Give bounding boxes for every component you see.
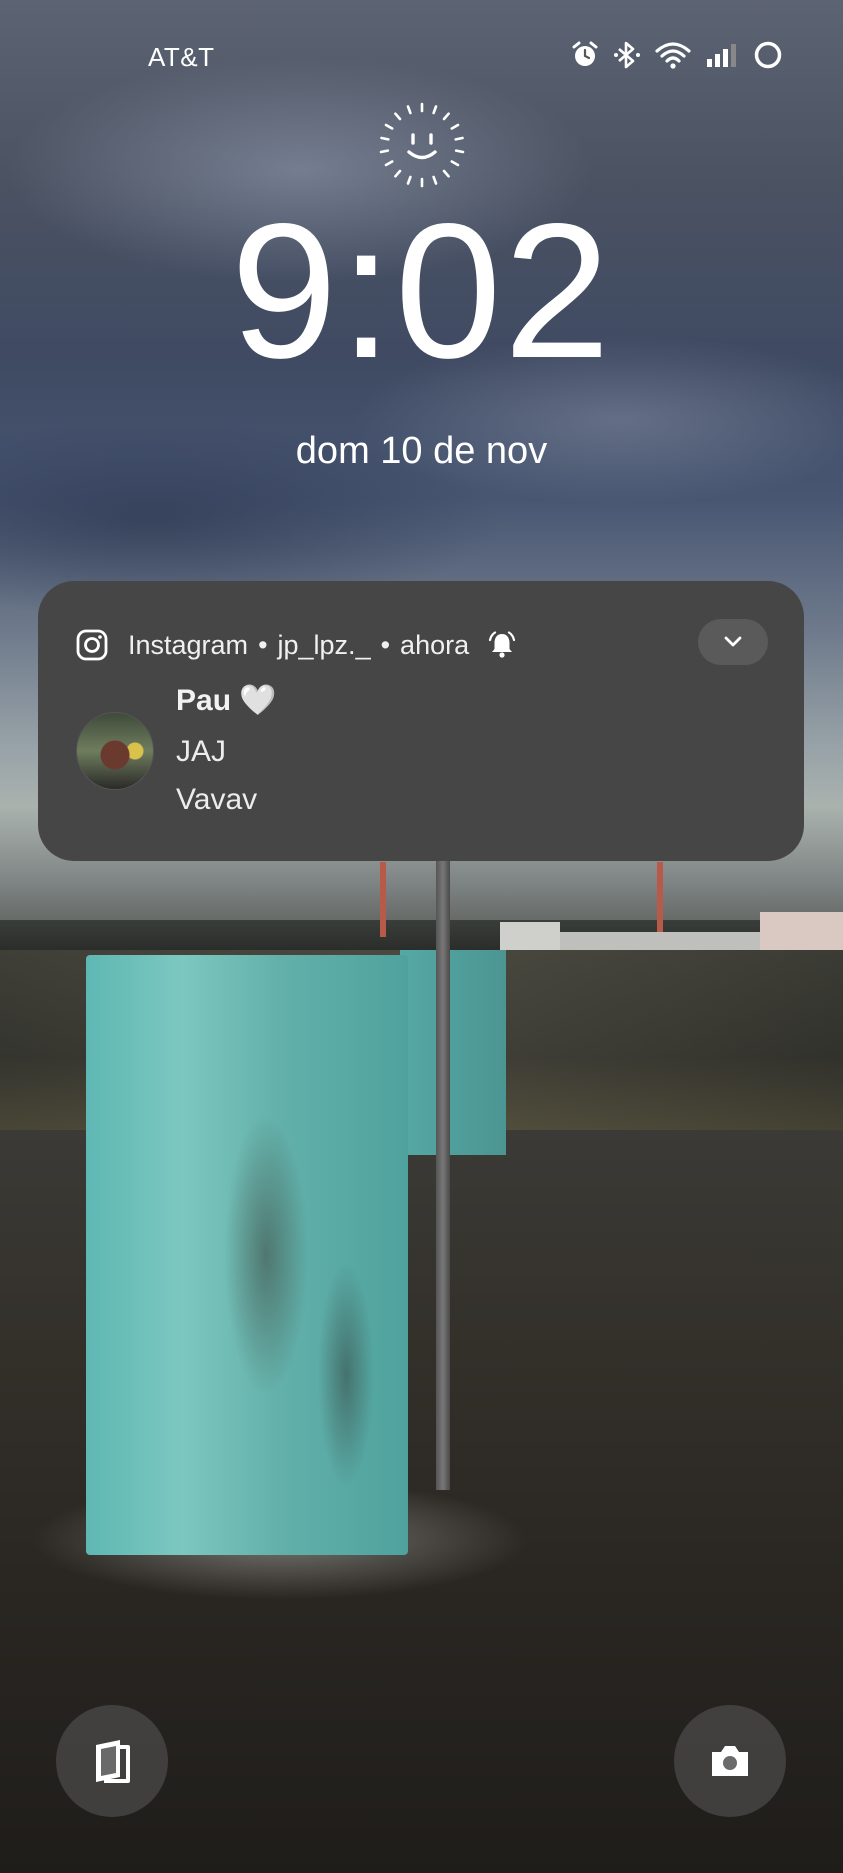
alert-bell-icon bbox=[489, 631, 516, 658]
wallpaper-pillar-front bbox=[86, 955, 408, 1555]
notification-account: jp_lpz._ bbox=[277, 629, 371, 660]
wallpaper-building bbox=[760, 912, 843, 952]
notification-message: JAJ bbox=[176, 735, 227, 768]
separator-dot: • bbox=[258, 629, 268, 660]
expand-notification-button[interactable] bbox=[698, 619, 768, 665]
wifi-icon bbox=[655, 42, 691, 69]
notification-message: Vavav bbox=[176, 783, 258, 816]
lock-clock: 9:02 bbox=[230, 183, 613, 398]
separator-dot: • bbox=[380, 629, 391, 660]
notification-sender: Pau 🤍 bbox=[176, 684, 277, 717]
status-icons bbox=[571, 40, 783, 70]
wallpaper-pole bbox=[436, 860, 450, 1490]
face-unlock-icon[interactable] bbox=[379, 102, 465, 188]
battery-icon bbox=[754, 41, 782, 69]
instagram-icon bbox=[76, 629, 108, 661]
bluetooth-icon bbox=[614, 41, 640, 69]
wallpaper-pillar-back bbox=[400, 950, 506, 1155]
lock-date: dom 10 de nov bbox=[295, 430, 548, 472]
wallet-icon bbox=[96, 1740, 130, 1783]
wallpaper-radio-tower bbox=[657, 862, 663, 932]
notification-app-name: Instagram bbox=[128, 629, 249, 660]
wallpaper-radio-tower bbox=[380, 862, 386, 937]
wallet-shortcut-button[interactable] bbox=[56, 1705, 168, 1817]
notification-time: ahora bbox=[400, 629, 470, 660]
camera-icon bbox=[712, 1746, 748, 1776]
signal-icon bbox=[707, 44, 736, 67]
alarm-icon bbox=[572, 41, 598, 66]
status-bar: AT&T bbox=[0, 0, 843, 110]
chevron-down-icon bbox=[724, 636, 742, 647]
wallpaper-building bbox=[560, 932, 760, 952]
carrier-label: AT&T bbox=[148, 42, 215, 72]
instagram-notification[interactable]: Instagram • jp_lpz._ • ahora Pau 🤍 JAJ V… bbox=[38, 581, 804, 861]
notification-header: Instagram • jp_lpz._ • ahora bbox=[76, 625, 517, 665]
camera-shortcut-button[interactable] bbox=[674, 1705, 786, 1817]
wallpaper-building bbox=[500, 922, 560, 952]
sender-avatar bbox=[76, 712, 154, 790]
